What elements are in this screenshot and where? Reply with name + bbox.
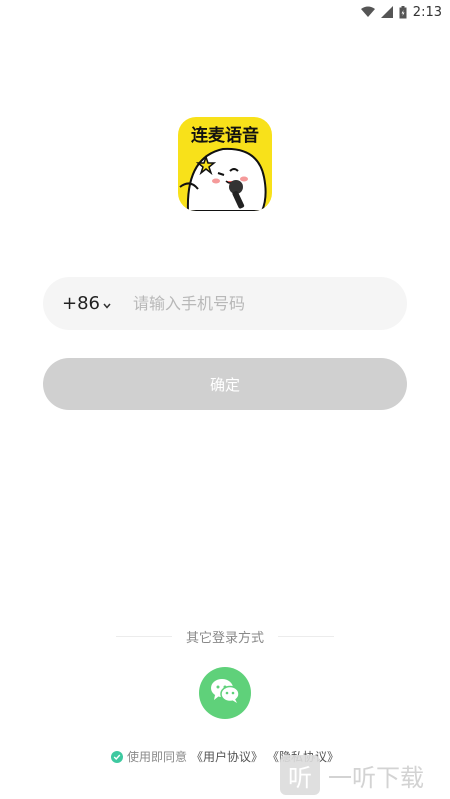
other-login-title: 其它登录方式 <box>185 631 264 646</box>
signal-icon <box>380 6 393 18</box>
phone-number-input[interactable] <box>131 293 365 314</box>
confirm-button[interactable]: 确定 <box>43 358 407 410</box>
divider-line-right <box>278 636 334 637</box>
status-bar: 2:13 <box>0 0 450 24</box>
country-code-label: +86 <box>62 293 100 314</box>
watermark: 听 一听下载 <box>280 751 450 799</box>
app-logo: 连麦语音 <box>178 117 272 211</box>
check-icon[interactable] <box>110 750 123 763</box>
wechat-icon <box>210 678 240 708</box>
user-agreement-link[interactable]: 《用户协议》 <box>191 748 263 765</box>
watermark-text: 一听下载 <box>328 763 424 792</box>
wifi-icon <box>360 6 375 18</box>
wechat-login-button[interactable] <box>199 667 251 719</box>
chevron-down-icon <box>103 293 111 314</box>
mascot-icon <box>179 147 267 211</box>
agreement-prefix: 使用即同意 <box>126 750 187 764</box>
other-login-divider: 其它登录方式 <box>0 627 450 646</box>
status-time: 2:13 <box>412 4 442 20</box>
watermark-icon: 听 <box>280 755 320 795</box>
phone-input-row: +86 <box>43 277 407 330</box>
battery-icon <box>399 5 407 19</box>
divider-line-left <box>115 636 172 637</box>
country-code-selector[interactable]: +86 <box>62 293 111 314</box>
